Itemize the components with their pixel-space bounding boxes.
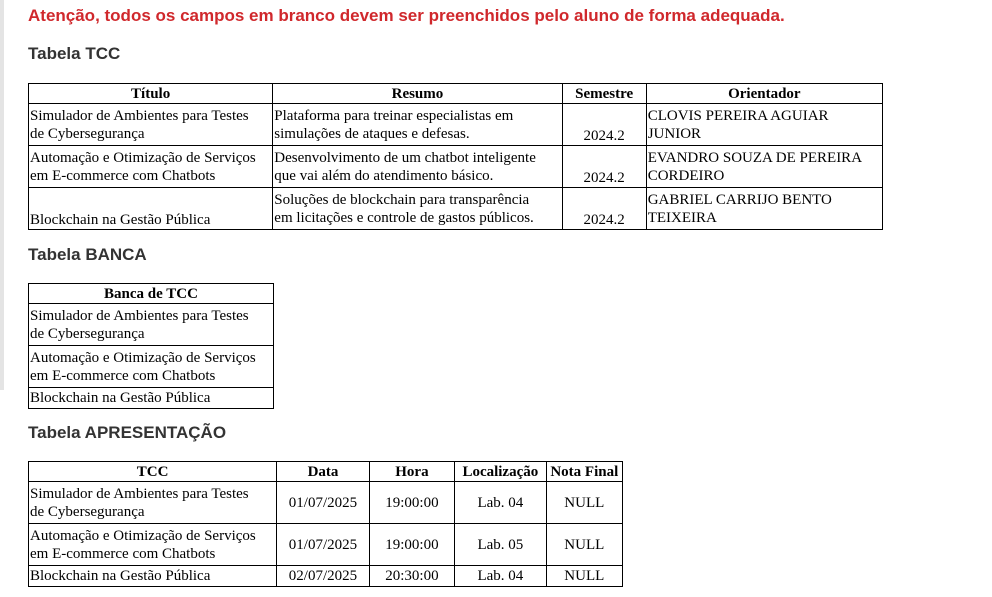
column-header-nota-final: Nota Final	[545, 461, 624, 482]
cell-semestre[interactable]: 2024.2	[561, 145, 647, 188]
cell-text: Simulador de Ambientes para Testes	[30, 107, 249, 124]
cell-banca[interactable]: Automação e Otimização de Serviços em E-…	[28, 345, 274, 388]
cell-semestre[interactable]: 2024.2	[561, 187, 647, 230]
cell-text: Blockchain na Gestão Pública	[30, 568, 211, 584]
cell-tcc[interactable]: Automação e Otimização de Serviços em E-…	[27, 523, 278, 566]
column-header-titulo: Título	[27, 83, 274, 104]
column-header-orientador: Orientador	[645, 83, 884, 104]
cell-orientador[interactable]: EVANDRO SOUZA DE PEREIRA CORDEIRO	[645, 145, 884, 188]
cell-nota-final[interactable]: NULL	[545, 523, 624, 566]
cell-text: Plataforma para treinar especialistas em	[274, 107, 514, 124]
cell-orientador[interactable]: CLOVIS PEREIRA AGUIAR JUNIOR	[645, 103, 884, 146]
cell-text: em E-commerce com Chatbots	[30, 545, 216, 562]
table-apresentacao: TCC Data Hora Localização Nota Final Sim…	[27, 461, 624, 587]
table-row: Blockchain na Gestão Pública 02/07/2025 …	[27, 565, 624, 587]
table-banca: Banca de TCC Simulador de Ambientes para…	[28, 283, 274, 409]
cell-resumo[interactable]: Plataforma para treinar especialistas em…	[272, 103, 563, 146]
left-scroll-edge	[0, 0, 4, 390]
cell-text: de Cybersegurança	[30, 125, 145, 142]
warning-message: Atenção, todos os campos em branco devem…	[28, 6, 785, 25]
cell-tcc[interactable]: Simulador de Ambientes para Testes de Cy…	[27, 481, 278, 524]
cell-orientador[interactable]: GABRIEL CARRIJO BENTO TEIXEIRA	[645, 187, 884, 230]
cell-text: simulações de ataques e defesas.	[274, 125, 470, 142]
column-header-semestre: Semestre	[561, 83, 647, 104]
cell-nota-final[interactable]: NULL	[545, 565, 624, 587]
table-row: Automação e Otimização de Serviços em E-…	[28, 345, 274, 388]
cell-text: Simulador de Ambientes para Testes	[30, 485, 249, 502]
column-header-resumo: Resumo	[272, 83, 563, 104]
cell-resumo[interactable]: Soluções de blockchain para transparênci…	[272, 187, 563, 230]
column-header-data: Data	[276, 461, 370, 482]
cell-text: que vai além do atendimento básico.	[274, 167, 494, 184]
cell-localizacao[interactable]: Lab. 04	[454, 565, 547, 587]
cell-text: de Cybersegurança	[30, 503, 145, 520]
cell-text: em E-commerce com Chatbots	[30, 367, 216, 384]
cell-localizacao[interactable]: Lab. 05	[454, 523, 547, 566]
cell-data[interactable]: 02/07/2025	[276, 565, 370, 587]
table-row: Blockchain na Gestão Pública Soluções de…	[27, 187, 884, 230]
table-header-row: Banca de TCC	[28, 283, 274, 304]
heading-tabela-tcc: Tabela TCC	[28, 44, 121, 63]
heading-tabela-apresentacao: Tabela APRESENTAÇÃO	[28, 423, 227, 442]
cell-localizacao[interactable]: Lab. 04	[454, 481, 547, 524]
column-header-hora: Hora	[368, 461, 456, 482]
cell-text: Desenvolvimento de um chatbot inteligent…	[274, 149, 536, 166]
cell-text: de Cybersegurança	[30, 325, 145, 342]
cell-data[interactable]: 01/07/2025	[276, 481, 370, 524]
cell-text: CORDEIRO	[647, 167, 725, 184]
table-row: Simulador de Ambientes para Testes de Cy…	[28, 303, 274, 346]
table-row: Simulador de Ambientes para Testes de Cy…	[27, 103, 884, 146]
heading-tabela-banca: Tabela BANCA	[28, 245, 147, 264]
cell-semestre[interactable]: 2024.2	[561, 103, 647, 146]
cell-banca[interactable]: Blockchain na Gestão Pública	[28, 387, 274, 409]
cell-text: Blockchain na Gestão Pública	[30, 212, 211, 228]
table-row: Automação e Otimização de Serviços em E-…	[27, 523, 624, 566]
cell-text: em licitações e controle de gastos públi…	[274, 209, 534, 226]
cell-text: Simulador de Ambientes para Testes	[30, 307, 249, 324]
column-header-banca: Banca de TCC	[28, 283, 274, 304]
cell-nota-final[interactable]: NULL	[545, 481, 624, 524]
cell-text: Soluções de blockchain para transparênci…	[274, 191, 530, 208]
cell-hora[interactable]: 19:00:00	[368, 523, 456, 566]
column-header-localizacao: Localização	[454, 461, 547, 482]
cell-text: CLOVIS PEREIRA AGUIAR	[647, 107, 829, 124]
cell-data[interactable]: 01/07/2025	[276, 523, 370, 566]
cell-text: em E-commerce com Chatbots	[30, 167, 216, 184]
cell-hora[interactable]: 20:30:00	[368, 565, 456, 587]
cell-banca[interactable]: Simulador de Ambientes para Testes de Cy…	[28, 303, 274, 346]
cell-text: EVANDRO SOUZA DE PEREIRA	[647, 149, 863, 166]
cell-text: TEIXEIRA	[647, 209, 717, 226]
table-header-row: Título Resumo Semestre Orientador	[27, 83, 884, 104]
cell-titulo[interactable]: Simulador de Ambientes para Testes de Cy…	[27, 103, 274, 146]
cell-tcc[interactable]: Blockchain na Gestão Pública	[27, 565, 278, 587]
cell-text: GABRIEL CARRIJO BENTO	[647, 191, 832, 208]
cell-resumo[interactable]: Desenvolvimento de um chatbot inteligent…	[272, 145, 563, 188]
table-row: Automação e Otimização de Serviços em E-…	[27, 145, 884, 188]
table-header-row: TCC Data Hora Localização Nota Final	[27, 461, 624, 482]
column-header-tcc: TCC	[27, 461, 278, 482]
cell-text: Automação e Otimização de Serviços	[30, 527, 256, 544]
table-row: Simulador de Ambientes para Testes de Cy…	[27, 481, 624, 524]
cell-text: JUNIOR	[647, 125, 702, 142]
cell-text: Automação e Otimização de Serviços	[30, 149, 256, 166]
cell-text: Automação e Otimização de Serviços	[30, 349, 256, 366]
table-row: Blockchain na Gestão Pública	[28, 387, 274, 409]
cell-titulo[interactable]: Blockchain na Gestão Pública	[27, 187, 274, 230]
cell-text: Blockchain na Gestão Pública	[30, 390, 211, 406]
cell-titulo[interactable]: Automação e Otimização de Serviços em E-…	[27, 145, 274, 188]
table-tcc: Título Resumo Semestre Orientador Simula…	[27, 83, 884, 230]
cell-hora[interactable]: 19:00:00	[368, 481, 456, 524]
